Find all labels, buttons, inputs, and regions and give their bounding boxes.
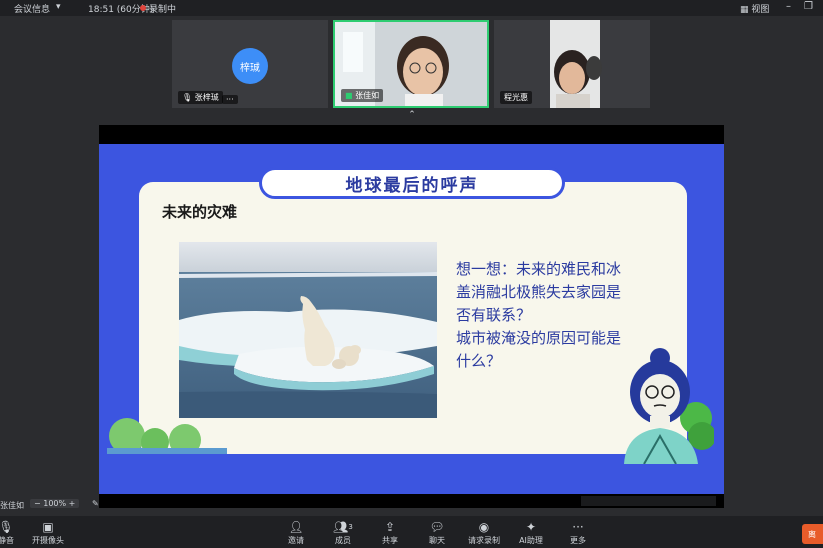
chevron-up-icon[interactable]: ⌃ [406, 111, 418, 120]
share-screen-icon: ⇪ [384, 520, 396, 534]
record-dot-icon [140, 5, 146, 11]
meeting-toolbar: 🎙︎ 静音 ▣ 开摄像头 👤︎ 邀请 👥︎3 成员 ⇪ 共享 💬︎ 聊天 ◉ 请求录制 ✦ AI… [0, 516, 823, 548]
chat-label: 聊天 [429, 536, 445, 545]
sharer-name: 张佳如 [0, 501, 24, 510]
leave-button[interactable]: 离 [802, 524, 823, 544]
thinking-girl-illustration [624, 348, 714, 464]
invite-label: 邀请 [288, 536, 304, 545]
shared-screen: 地球最后的呼声 未来的灾难 想一想：未来的难民和冰 盖消融北极熊失去家园是 否有… [99, 125, 724, 508]
request-record-label: 请求录制 [468, 536, 500, 545]
more-button[interactable]: ··· 更多 [554, 519, 602, 546]
participant-tile-active[interactable]: ■ 张佳如 [333, 20, 489, 108]
question-line: 否有联系？ [456, 306, 532, 324]
view-button[interactable]: ▦ 视图 [740, 2, 769, 15]
ai-label: AI助理 [519, 536, 543, 545]
members-icon: 👥︎3 [333, 520, 353, 534]
bush-illustration [107, 418, 227, 454]
ai-assistant-button[interactable]: ✦ AI助理 [507, 519, 555, 546]
view-label: 视图 [751, 5, 770, 15]
recording-label: 录制中 [149, 5, 177, 15]
members-count: 3 [348, 523, 353, 531]
participant-name-text: 张梓珹 [194, 93, 219, 102]
zoom-level: 100% [43, 499, 67, 508]
members-label: 成员 [335, 536, 351, 545]
zoom-box: − 100% + [30, 499, 80, 508]
meeting-info-menu[interactable]: 会议信息 [14, 2, 50, 15]
zoom-in-button[interactable]: + [69, 499, 76, 508]
speaker-icon: ■ [345, 91, 353, 100]
minimize-icon[interactable]: – [786, 1, 791, 12]
more-options-button[interactable]: ··· [222, 95, 238, 104]
participant-tile[interactable]: 程光惠 [494, 20, 650, 108]
recording-status[interactable]: 录制中 [140, 2, 176, 15]
slide-title: 地球最后的呼声 [259, 167, 565, 199]
invite-button[interactable]: 👤︎ 邀请 [272, 519, 320, 546]
chat-icon: 💬︎ [429, 520, 445, 534]
avatar: 梓珹 [232, 48, 268, 84]
presentation-slide: 地球最后的呼声 未来的灾难 想一想：未来的难民和冰 盖消融北极熊失去家园是 否有… [99, 144, 724, 494]
share-label: 共享 [382, 536, 398, 545]
camera-off-icon: ▣ [42, 520, 54, 534]
share-button[interactable]: ⇪ 共享 [366, 519, 414, 546]
zoom-out-button[interactable]: − [34, 499, 41, 508]
question-line: 盖消融北极熊失去家园是 [456, 283, 622, 301]
chevron-down-icon[interactable]: ▾ [56, 2, 61, 12]
participant-name: ■ 张佳如 [341, 89, 384, 102]
participant-strip: 梓珹 🎙︎ 张梓珹 ··· ■ 张佳如 程光惠 [0, 16, 823, 112]
participant-tile[interactable]: 梓珹 🎙︎ 张梓珹 ··· [172, 20, 328, 108]
chat-button[interactable]: 💬︎ 聊天 [413, 519, 461, 546]
mic-icon: 🎙︎ [182, 93, 193, 102]
video-button[interactable]: ▣ 开摄像头 [24, 519, 72, 546]
slide-subtitle: 未来的灾难 [162, 203, 238, 221]
members-button[interactable]: 👥︎3 成员 [319, 519, 367, 546]
slide-controls[interactable] [581, 496, 716, 506]
polar-bear-photo [179, 242, 437, 418]
more-icon: ··· [572, 520, 584, 534]
top-bar: 会议信息 ▾ 18:51 (60分钟) 录制中 ▦ 视图 – ❐ [0, 0, 823, 16]
pen-icon[interactable]: ✎ [92, 499, 99, 508]
request-record-button[interactable]: ◉ 请求录制 [460, 519, 508, 546]
question-line: 想一想：未来的难民和冰 [456, 260, 622, 278]
more-label: 更多 [570, 536, 586, 545]
grid-icon: ▦ [740, 5, 752, 15]
restore-icon[interactable]: ❐ [804, 1, 813, 12]
add-user-icon: 👤︎ [288, 520, 304, 534]
record-icon: ◉ [478, 520, 490, 534]
participant-name: 🎙︎ 张梓珹 [178, 91, 223, 104]
video-label: 开摄像头 [32, 536, 64, 545]
participant-name-text: 张佳如 [355, 91, 380, 100]
participant-name: 程光惠 [500, 91, 532, 104]
ai-sparkle-icon: ✦ [525, 520, 537, 534]
